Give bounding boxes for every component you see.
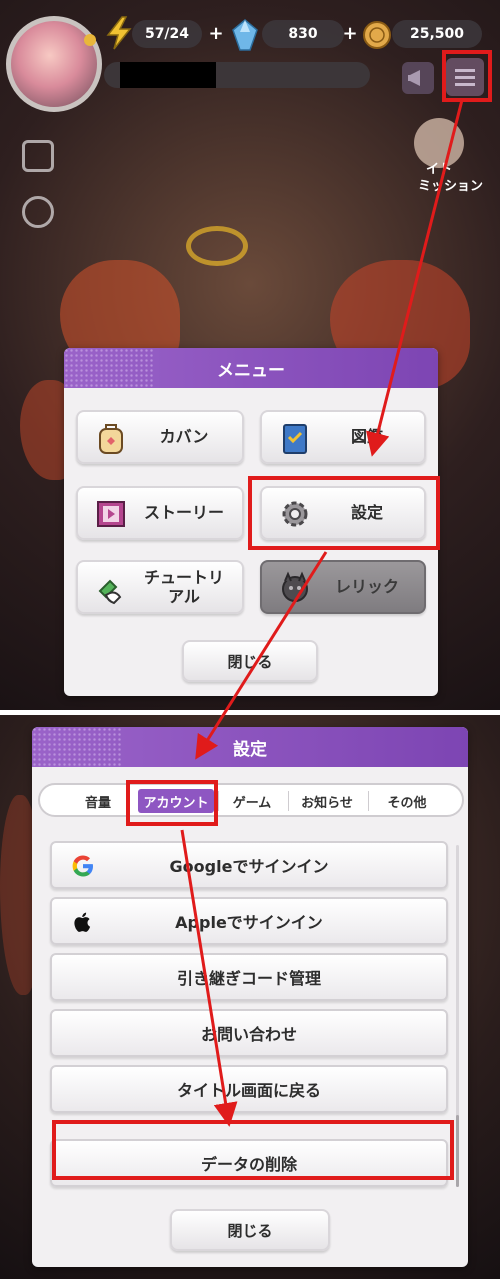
settings-tabs: 音量 アカウント ゲーム お知らせ その他	[38, 783, 464, 817]
film-icon	[97, 501, 125, 527]
mission-label: ミッション	[418, 179, 484, 194]
bag-button[interactable]: カバン	[76, 410, 244, 464]
menu-title: メニュー	[64, 348, 438, 388]
notification-dot	[84, 34, 96, 46]
transfer-code-button[interactable]: 引き継ぎコード管理	[50, 953, 448, 1001]
settings-dialog: 設定 音量 アカウント ゲーム お知らせ その他 Googleでサインイン Ap…	[32, 727, 468, 1267]
gem-counter: 830	[262, 20, 344, 48]
coin-counter: 25,500	[392, 20, 482, 48]
settings-close-button[interactable]: 閉じる	[170, 1209, 330, 1251]
demon-mask-icon	[282, 571, 308, 602]
crystal-icon	[232, 19, 258, 51]
lightning-icon	[106, 16, 132, 50]
player-avatar[interactable]	[6, 16, 102, 112]
google-signin-button[interactable]: Googleでサインイン	[50, 841, 448, 889]
tab-volume[interactable]: 音量	[62, 789, 134, 813]
refresh-icon[interactable]	[22, 196, 54, 228]
highlight-account-tab	[126, 780, 218, 826]
settings-title: 設定	[32, 727, 468, 767]
halo-decoration	[186, 226, 248, 266]
redacted-name	[120, 62, 216, 88]
coin-icon	[363, 21, 391, 49]
contact-button[interactable]: お問い合わせ	[50, 1009, 448, 1057]
apple-icon	[74, 912, 91, 932]
tutorial-button[interactable]: チュートリ アル	[76, 560, 244, 614]
tab-news[interactable]: お知らせ	[290, 789, 364, 813]
pointing-hand-icon	[98, 579, 122, 605]
google-icon	[72, 855, 93, 877]
tab-game[interactable]: ゲーム	[220, 789, 284, 813]
highlight-menu-button	[442, 50, 492, 102]
menu-close-button[interactable]: 閉じる	[182, 640, 318, 682]
tab-separator	[218, 791, 219, 811]
gallery-icon[interactable]	[22, 140, 54, 172]
stamina-counter: 57/24	[132, 20, 202, 48]
scrollbar-thumb[interactable]	[456, 1115, 459, 1187]
backpack-icon	[99, 424, 123, 454]
encyclopedia-button[interactable]: 図鑑	[260, 410, 426, 464]
game-screen-settings: 設定 音量 アカウント ゲーム お知らせ その他 Googleでサインイン Ap…	[0, 715, 500, 1279]
game-screen-menu: 57/24 + 830 + 25,500 イト ミッション メニュー カバン 図…	[0, 0, 500, 710]
highlight-delete-data	[52, 1120, 454, 1180]
megaphone-icon	[408, 70, 420, 86]
add-stamina-button[interactable]: +	[208, 25, 224, 43]
tab-separator	[288, 791, 289, 811]
return-to-title-button[interactable]: タイトル画面に戻る	[50, 1065, 448, 1113]
add-gems-button[interactable]: +	[342, 25, 358, 43]
announcement-button[interactable]	[402, 62, 434, 94]
tab-other[interactable]: その他	[370, 789, 444, 813]
story-button[interactable]: ストーリー	[76, 486, 244, 540]
tab-separator	[368, 791, 369, 811]
apple-signin-button[interactable]: Appleでサインイン	[50, 897, 448, 945]
highlight-settings-button	[248, 476, 440, 550]
book-icon	[283, 424, 307, 454]
relic-button[interactable]: レリック	[260, 560, 426, 614]
